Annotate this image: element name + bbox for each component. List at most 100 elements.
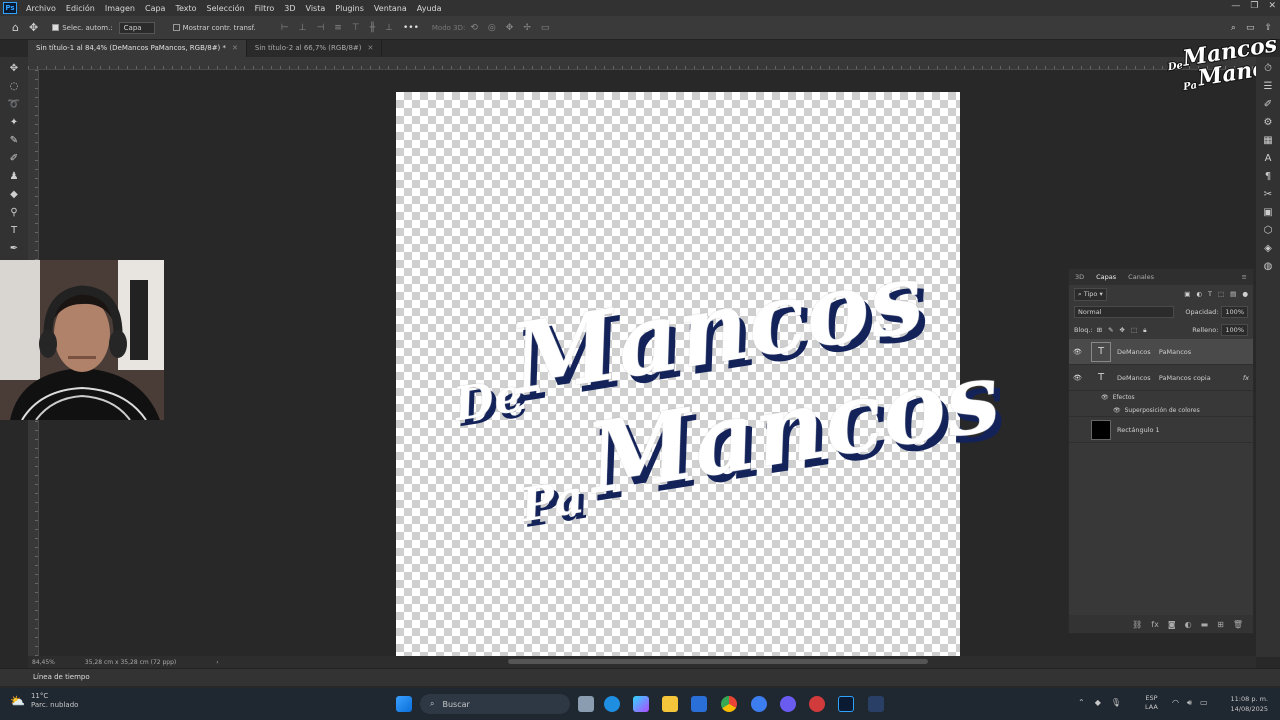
mask-icon[interactable]: ◙ (1168, 620, 1176, 629)
effects-row[interactable]: 👁︎ Efectos (1069, 391, 1253, 404)
visibility-eye-icon[interactable]: 👁︎ (1073, 348, 1087, 356)
document-canvas[interactable]: De De Mancos Mancos Pa Pa Mancos Mancos (396, 92, 1013, 656)
roll-3d-icon[interactable]: ◎ (488, 23, 496, 33)
close-icon[interactable]: ✕ (232, 44, 238, 52)
menu-ventana[interactable]: Ventana (369, 4, 412, 13)
menu-texto[interactable]: Texto (170, 4, 201, 13)
new-layer-icon[interactable]: ⊞ (1217, 620, 1224, 629)
filter-dropdown[interactable]: ⌕ Tipo ▾ (1074, 287, 1107, 301)
store-icon[interactable] (691, 696, 707, 712)
marquee-tool-icon[interactable]: ◌ (6, 79, 22, 93)
edge-browser-icon[interactable] (604, 696, 620, 712)
blend-mode-dropdown[interactable]: Normal (1074, 306, 1174, 318)
volume-icon[interactable]: 🔊︎ (1187, 698, 1192, 708)
file-explorer-icon[interactable] (662, 696, 678, 712)
eyedropper-icon[interactable]: ✎ (6, 133, 22, 147)
chevron-right-icon[interactable]: › (216, 659, 218, 666)
menu-imagen[interactable]: Imagen (100, 4, 140, 13)
layer-row[interactable]: 👁︎ T DeMancos PaMancos copia fx (1069, 365, 1253, 391)
brush-tool-icon[interactable]: ✐ (6, 151, 22, 165)
align-top-icon[interactable]: ⊤ (352, 23, 360, 33)
magic-wand-icon[interactable]: ✦ (6, 115, 22, 129)
microphone-icon[interactable]: 🎙︎ (1111, 698, 1121, 707)
more-options-icon[interactable]: ••• (403, 23, 419, 33)
close-icon[interactable]: ✕ (1268, 1, 1276, 11)
lock-all-icon[interactable]: 🔒︎ (1143, 326, 1146, 335)
tab-capas[interactable]: Capas (1090, 273, 1122, 281)
auto-select-checkbox[interactable] (52, 24, 60, 31)
tools-icon[interactable]: ✂ (1264, 189, 1272, 200)
align-bottom-icon[interactable]: ⊥ (385, 23, 393, 33)
lock-artboard-icon[interactable]: ⬚ (1131, 326, 1137, 335)
zoom-level[interactable]: 84,45% (32, 659, 55, 666)
orbit-3d-icon[interactable]: ⟲ (470, 23, 478, 33)
align-right-icon[interactable]: ⊣ (316, 23, 324, 33)
fill-input[interactable]: 100% (1221, 324, 1248, 336)
brush-settings-icon[interactable]: ✐ (1264, 99, 1272, 110)
menu-filtro[interactable]: Filtro (250, 4, 280, 13)
photoshop-taskbar-icon[interactable] (838, 696, 854, 712)
adjustments-icon[interactable]: ☰ (1264, 81, 1273, 92)
menu-plugins[interactable]: Plugins (330, 4, 369, 13)
move-tool-icon[interactable]: ✥ (6, 61, 22, 75)
chevron-up-icon[interactable]: ⌃ (1078, 698, 1085, 707)
language-indicator[interactable]: ESP LAA (1145, 694, 1158, 712)
task-view-icon[interactable] (578, 696, 594, 712)
menu-ayuda[interactable]: Ayuda (412, 4, 447, 13)
copilot-icon[interactable] (633, 696, 649, 712)
history-icon[interactable]: ⏱ (1264, 63, 1272, 74)
messenger-icon[interactable] (751, 696, 767, 712)
visibility-eye-icon[interactable]: 👁︎ (1113, 407, 1121, 414)
channels-icon[interactable]: ◍ (1264, 261, 1273, 272)
auto-select-dropdown[interactable]: Capa (118, 21, 155, 34)
opacity-input[interactable]: 100% (1221, 306, 1248, 318)
trash-icon[interactable]: 🗑︎ (1233, 620, 1243, 629)
effect-item-row[interactable]: 👁︎ Superposición de colores (1069, 404, 1253, 417)
lasso-tool-icon[interactable]: ➰ (6, 97, 22, 111)
lock-transparency-icon[interactable]: ⊞ (1097, 326, 1102, 335)
menu-vista[interactable]: Vista (301, 4, 331, 13)
taskbar-search[interactable]: ⌕ Buscar (420, 694, 570, 714)
type-tool-icon[interactable]: T (6, 223, 22, 237)
menu-seleccion[interactable]: Selección (202, 4, 250, 13)
paragraph-icon[interactable]: ¶ (1265, 171, 1271, 182)
layer-row[interactable]: Rectángulo 1 (1069, 417, 1253, 443)
weather-widget[interactable]: ⛅ 11°C Parc. nublado (10, 692, 78, 710)
new-group-icon[interactable]: ▬ (1201, 620, 1209, 629)
swatches-icon[interactable]: ▦ (1263, 135, 1272, 146)
distribute-icon[interactable]: ≡ (334, 23, 342, 33)
menu-3d[interactable]: 3D (279, 4, 300, 13)
panel-menu-icon[interactable]: ≡ (1236, 273, 1253, 281)
menu-archivo[interactable]: Archivo (21, 4, 61, 13)
lock-position-icon[interactable]: ✥ (1120, 326, 1125, 335)
wifi-icon[interactable]: ◠ (1172, 698, 1179, 708)
pen-tool-icon[interactable]: ✒ (6, 241, 22, 255)
properties-icon[interactable]: ⚙ (1264, 117, 1273, 128)
battery-icon[interactable]: ▭ (1200, 698, 1208, 708)
filter-toggle-icon[interactable]: ● (1242, 290, 1248, 298)
filter-type-icon[interactable]: T (1208, 290, 1212, 298)
fx-icon[interactable]: fx (1151, 620, 1159, 629)
dodge-tool-icon[interactable]: ⚲ (6, 205, 22, 219)
lock-pixels-icon[interactable]: ✎ (1108, 326, 1113, 335)
minimize-icon[interactable]: — (1231, 1, 1240, 11)
tab-3d[interactable]: 3D (1069, 273, 1090, 281)
filter-adjustment-icon[interactable]: ◐ (1196, 290, 1202, 298)
windows-start-icon[interactable] (396, 696, 412, 712)
menu-edicion[interactable]: Edición (61, 4, 100, 13)
character-icon[interactable]: A (1265, 153, 1272, 164)
discord-icon[interactable] (780, 696, 796, 712)
layers-icon[interactable]: ◈ (1264, 243, 1272, 254)
layer-row[interactable]: 👁︎ T DeMancos PaMancos (1069, 339, 1253, 365)
adjustment-layer-icon[interactable]: ◐ (1185, 620, 1192, 629)
chrome-icon[interactable] (721, 696, 737, 712)
camera-3d-icon[interactable]: ▭ (541, 23, 550, 33)
slide-3d-icon[interactable]: ✢ (523, 23, 531, 33)
taskbar-clock[interactable]: 11:08 p. m. 14/08/2025 (1231, 694, 1268, 714)
horizontal-scrollbar[interactable] (508, 659, 928, 664)
menu-capa[interactable]: Capa (140, 4, 170, 13)
tab-canales[interactable]: Canales (1122, 273, 1160, 281)
show-transform-checkbox[interactable] (172, 24, 180, 31)
libraries-icon[interactable]: ▣ (1263, 207, 1272, 218)
tab-document-1[interactable]: Sin título-1 al 84,4% (DeMancos PaMancos… (28, 40, 247, 57)
